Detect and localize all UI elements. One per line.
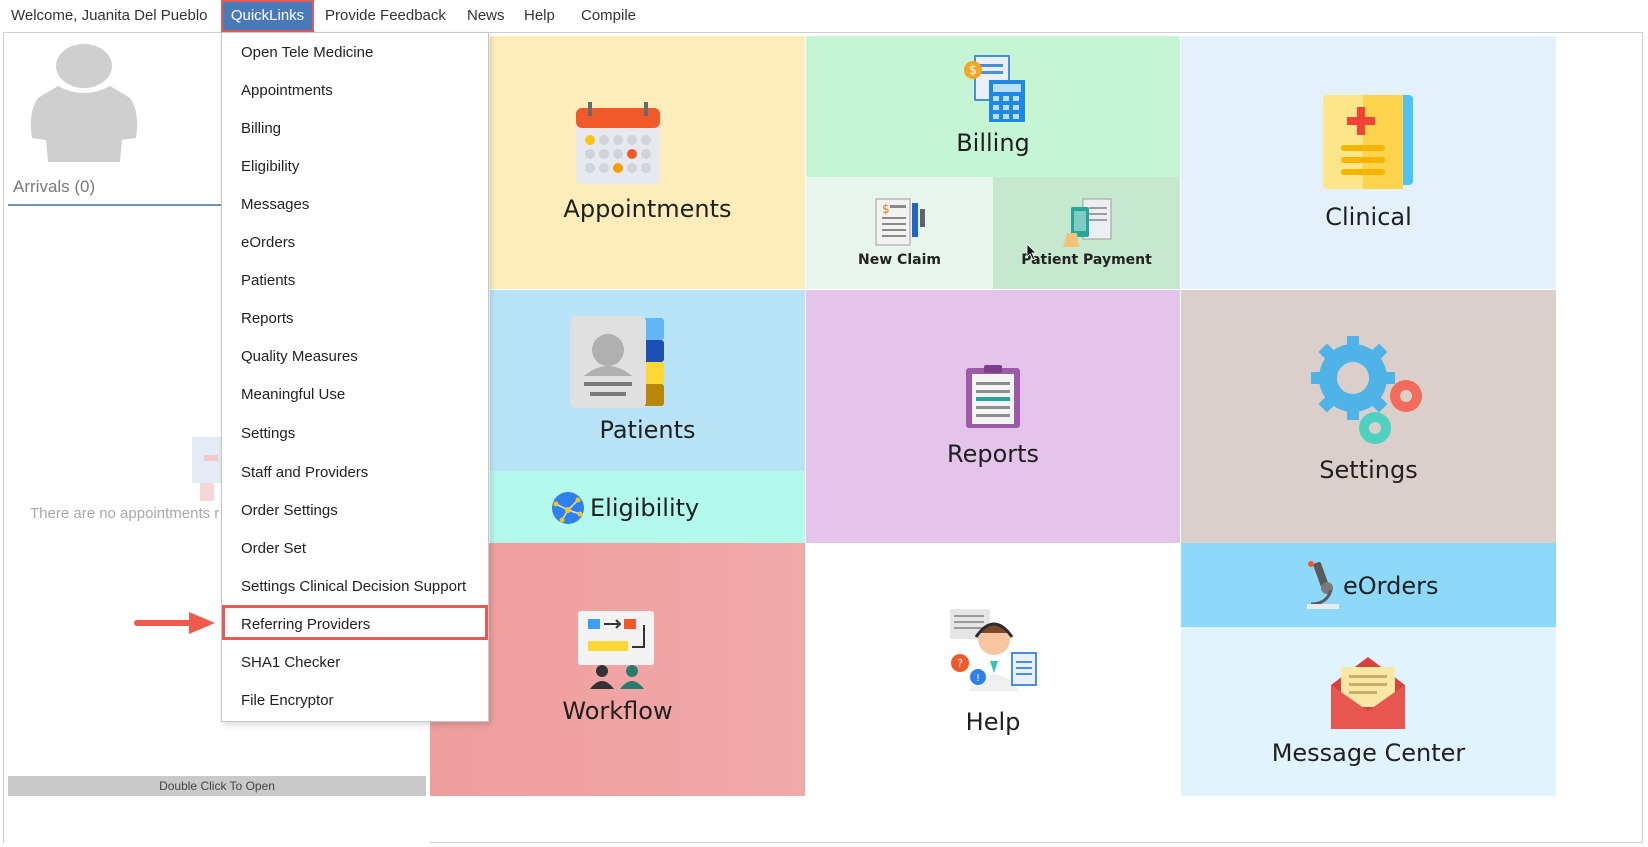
top-menu-bar: Welcome, Juanita Del Pueblo QuickLinks P… <box>0 0 1648 32</box>
empty-state-icon <box>192 437 222 501</box>
welcome-text: Welcome, Juanita Del Pueblo <box>11 7 208 24</box>
contact-book-icon <box>570 316 666 415</box>
person-avatar-icon <box>30 42 138 169</box>
quicklink-settings[interactable]: Settings <box>241 425 295 442</box>
payment-phone-icon <box>1061 197 1115 254</box>
quicklink-sha1-checker[interactable]: SHA1 Checker <box>241 654 340 671</box>
svg-text:!: ! <box>976 673 980 684</box>
help-label: Help <box>965 708 1021 736</box>
double-click-to-open-bar[interactable]: Double Click To Open <box>8 776 426 796</box>
quicklink-patients[interactable]: Patients <box>241 272 295 289</box>
message-center-tile[interactable]: Message Center <box>1181 627 1556 796</box>
quicklink-messages[interactable]: Messages <box>241 196 309 213</box>
clinical-label: Clinical <box>1325 203 1412 231</box>
quicklink-eorders[interactable]: eOrders <box>241 234 295 251</box>
claim-document-icon: $ <box>874 197 928 252</box>
provide-feedback-link[interactable]: Provide Feedback <box>325 7 446 24</box>
clinical-file-icon <box>1323 93 1415 196</box>
billing-tile[interactable]: $ Billing <box>806 36 1180 177</box>
eorders-tile[interactable]: eOrders <box>1181 543 1556 627</box>
help-agent-icon: ? ! <box>948 607 1040 698</box>
news-link[interactable]: News <box>467 7 505 24</box>
svg-text:?: ? <box>957 657 963 670</box>
compile-link[interactable]: Compile <box>581 7 636 24</box>
message-center-label: Message Center <box>1271 739 1466 767</box>
patients-tile[interactable]: Patients <box>490 290 805 471</box>
quicklink-settings-clinical-decision-support[interactable]: Settings Clinical Decision Support <box>241 578 466 595</box>
quicklink-file-encryptor[interactable]: File Encryptor <box>241 692 334 709</box>
billing-calculator-icon: $ <box>963 54 1027 127</box>
new-claim-tile[interactable]: $ New Claim <box>806 177 993 289</box>
quicklink-order-settings[interactable]: Order Settings <box>241 502 338 519</box>
svg-text:$: $ <box>882 202 890 216</box>
reports-tile[interactable]: Reports <box>806 290 1180 543</box>
quicklink-open-tele-medicine[interactable]: Open Tele Medicine <box>241 44 373 61</box>
reports-label: Reports <box>946 440 1040 468</box>
clipboard-report-icon <box>964 364 1022 435</box>
help-link[interactable]: Help <box>524 7 555 24</box>
patient-payment-tile[interactable]: Patient Payment <box>993 177 1180 289</box>
patient-payment-label: Patient Payment <box>1021 252 1152 268</box>
workflow-board-icon <box>576 609 656 694</box>
eorders-label: eOrders <box>1343 572 1439 600</box>
mouse-cursor-icon <box>1026 243 1038 266</box>
no-appointments-message: There are no appointments r <box>30 505 220 522</box>
eligibility-label: Eligibility <box>590 494 700 522</box>
quicklink-staff-and-providers[interactable]: Staff and Providers <box>241 464 368 481</box>
quicklink-order-set[interactable]: Order Set <box>241 540 306 557</box>
quicklink-billing[interactable]: Billing <box>241 120 281 137</box>
eligibility-tile[interactable]: Eligibility <box>490 471 805 543</box>
billing-label: Billing <box>956 129 1030 157</box>
patients-label: Patients <box>599 416 696 444</box>
gears-icon <box>1309 332 1429 453</box>
settings-label: Settings <box>1319 456 1418 484</box>
quicklink-reports[interactable]: Reports <box>241 310 294 327</box>
quicklink-eligibility[interactable]: Eligibility <box>241 158 299 175</box>
quicklink-quality-measures[interactable]: Quality Measures <box>241 348 358 365</box>
settings-tile[interactable]: Settings <box>1181 290 1556 543</box>
calendar-icon <box>574 102 662 191</box>
microscope-icon <box>1305 560 1341 615</box>
globe-network-icon <box>550 490 586 531</box>
referring-providers-highlight <box>222 605 488 640</box>
new-claim-label: New Claim <box>858 252 941 268</box>
svg-text:$: $ <box>969 63 977 77</box>
help-tile[interactable]: ? ! Help <box>806 543 1180 796</box>
quicklink-meaningful-use[interactable]: Meaningful Use <box>241 386 345 403</box>
envelope-icon <box>1329 655 1407 736</box>
callout-arrow-icon <box>133 609 219 642</box>
appointments-tile[interactable]: Appointments <box>490 36 805 289</box>
arrivals-count-label: Arrivals (0) <box>13 177 96 196</box>
quicklinks-menu-button[interactable]: QuickLinks <box>221 0 314 32</box>
clinical-tile[interactable]: Clinical <box>1181 36 1556 289</box>
appointments-label: Appointments <box>563 195 732 223</box>
quicklink-appointments[interactable]: Appointments <box>241 82 333 99</box>
